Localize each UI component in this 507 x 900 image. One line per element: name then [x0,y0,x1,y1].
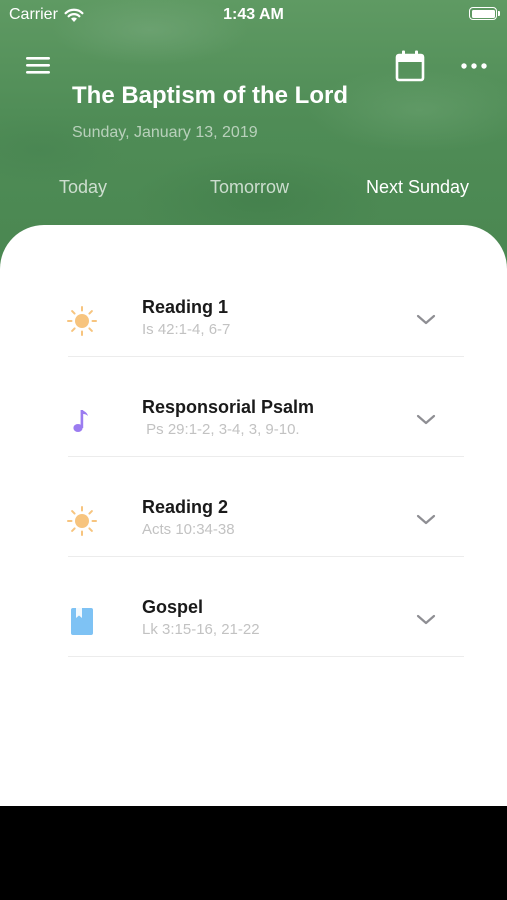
battery-icon [469,7,500,20]
divider [68,656,464,657]
calendar-button[interactable] [394,49,426,83]
reading-item-responsorial-psalm[interactable]: Responsorial Psalm Ps 29:1-2, 3-4, 3, 9-… [0,385,507,485]
music-note-icon [73,410,88,432]
status-bar: Carrier 1:43 AM [0,0,507,30]
divider [68,356,464,357]
reading-title: Reading 1 [142,297,229,317]
reading-title: Reading 2 [142,497,229,517]
chevron-down-icon[interactable] [414,511,438,529]
clock: 1:43 AM [223,6,284,23]
sun-icon [67,506,97,536]
tab-today[interactable]: Today [59,177,107,198]
sun-icon [67,306,97,336]
tab-next-sunday[interactable]: Next Sunday [366,177,469,198]
menu-icon [26,57,50,74]
readings-card: Reading 1 Is 42:1-4, 6-7 Responsorial Ps… [0,225,507,806]
menu-button[interactable] [24,54,54,78]
reading-reference: Ps 29:1-2, 3-4, 3, 9-10. [142,421,300,438]
book-icon [71,608,93,635]
page-date: Sunday, January 13, 2019 [72,124,258,141]
app-screen: Carrier 1:43 AM The Baptism of the Lord … [0,0,507,806]
page-title: The Baptism of the Lord [72,82,348,109]
reading-item-gospel[interactable]: Gospel Lk 3:15-16, 21-22 [0,585,507,685]
more-button[interactable] [458,56,490,76]
reading-reference: Is 42:1-4, 6-7 [142,321,231,338]
divider [68,456,464,457]
bottom-area [0,806,507,900]
divider [68,556,464,557]
reading-reference: Acts 10:34-38 [142,521,235,538]
reading-title: Gospel [142,597,204,617]
chevron-down-icon[interactable] [414,411,438,429]
chevron-down-icon[interactable] [414,311,438,329]
reading-title: Responsorial Psalm [142,397,315,417]
tab-tomorrow[interactable]: Tomorrow [210,177,289,198]
reading-item-reading-1[interactable]: Reading 1 Is 42:1-4, 6-7 [0,285,507,385]
calendar-icon [395,50,425,82]
reading-reference: Lk 3:15-16, 21-22 [142,621,260,638]
chevron-down-icon[interactable] [414,611,438,629]
reading-item-reading-2[interactable]: Reading 2 Acts 10:34-38 [0,485,507,585]
more-icon [461,63,487,69]
